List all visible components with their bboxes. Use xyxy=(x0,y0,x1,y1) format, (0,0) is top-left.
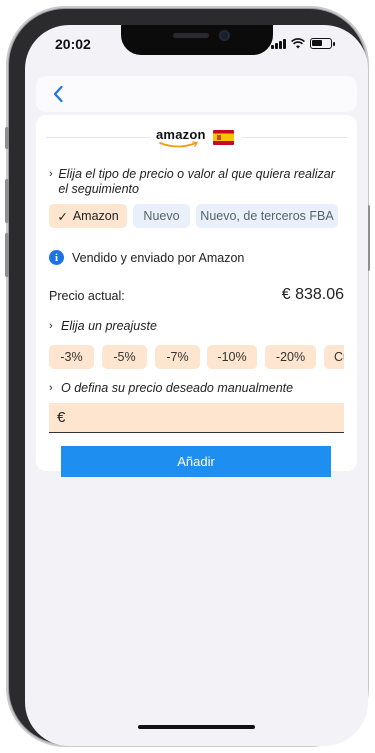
home-indicator[interactable] xyxy=(138,725,255,729)
silent-switch xyxy=(5,127,9,149)
preset-scroller[interactable]: -3% -5% -7% -10% -20% Cu xyxy=(36,343,344,371)
manual-section: › O defina su precio deseado manualmente xyxy=(49,381,293,396)
chevron-right-icon: › xyxy=(49,382,53,394)
navigation-bar xyxy=(36,76,357,112)
preset-prompt: Elija un preajuste xyxy=(61,319,157,333)
preset-chip[interactable]: -5% xyxy=(102,345,147,369)
volume-down-button xyxy=(5,233,9,277)
preset-chip[interactable]: -7% xyxy=(155,345,200,369)
preset-chip[interactable]: -10% xyxy=(207,345,257,369)
chevron-right-icon: › xyxy=(49,168,53,180)
status-time: 20:02 xyxy=(55,36,91,52)
divider-right xyxy=(242,137,347,138)
tracking-card: amazon › Elija el tipo de precio o valor… xyxy=(36,115,357,477)
status-icons xyxy=(271,38,335,49)
chip-label: Nuevo xyxy=(143,209,180,223)
current-price-label: Precio actual: xyxy=(49,289,125,303)
current-price-value: € 838.06 xyxy=(281,286,344,303)
amazon-logo: amazon xyxy=(156,127,206,149)
divider-left xyxy=(46,137,150,138)
front-camera xyxy=(219,30,230,41)
volume-up-button xyxy=(5,179,9,223)
battery-icon xyxy=(310,38,335,49)
price-type-section: › Elija el tipo de precio o valor al que… xyxy=(49,167,339,197)
preset-chip[interactable]: Cu xyxy=(324,345,344,369)
desired-price-input[interactable] xyxy=(73,403,344,432)
add-button[interactable]: Añadir xyxy=(61,446,331,477)
checkmark-icon: ✓ xyxy=(57,209,68,224)
notch xyxy=(121,25,273,55)
chip-label: Nuevo, de terceros FBA xyxy=(200,209,334,223)
price-type-chip-nuevo-fba[interactable]: Nuevo, de terceros FBA xyxy=(196,204,338,228)
seller-info-text: Vendido y enviado por Amazon xyxy=(72,250,245,265)
chevron-left-icon xyxy=(53,85,63,103)
price-type-chip-amazon[interactable]: ✓ Amazon xyxy=(49,204,127,228)
screen: 20:02 amazon › Elija el tipo de precio o… xyxy=(25,25,368,746)
chevron-right-icon: › xyxy=(49,320,53,332)
back-button[interactable] xyxy=(44,80,72,108)
marketplace-header: amazon xyxy=(36,127,357,149)
seller-info: i Vendido y enviado por Amazon xyxy=(49,250,244,265)
desired-price-field[interactable]: € xyxy=(49,403,344,433)
preset-section: › Elija un preajuste xyxy=(49,319,157,334)
preset-chip[interactable]: -3% xyxy=(49,345,94,369)
spain-flag-icon xyxy=(213,130,234,145)
manual-prompt: O defina su precio deseado manualmente xyxy=(61,381,294,395)
info-icon: i xyxy=(49,250,64,265)
wifi-icon xyxy=(291,38,305,49)
price-type-prompt: Elija el tipo de precio o valor al que q… xyxy=(58,167,335,196)
price-type-chip-nuevo[interactable]: Nuevo xyxy=(133,204,190,228)
amazon-smile-icon xyxy=(159,141,199,148)
speaker-grille xyxy=(173,33,209,38)
preset-chip[interactable]: -20% xyxy=(265,345,316,369)
chip-label: Amazon xyxy=(72,209,119,223)
currency-symbol: € xyxy=(57,409,66,426)
signal-icon xyxy=(271,38,286,49)
